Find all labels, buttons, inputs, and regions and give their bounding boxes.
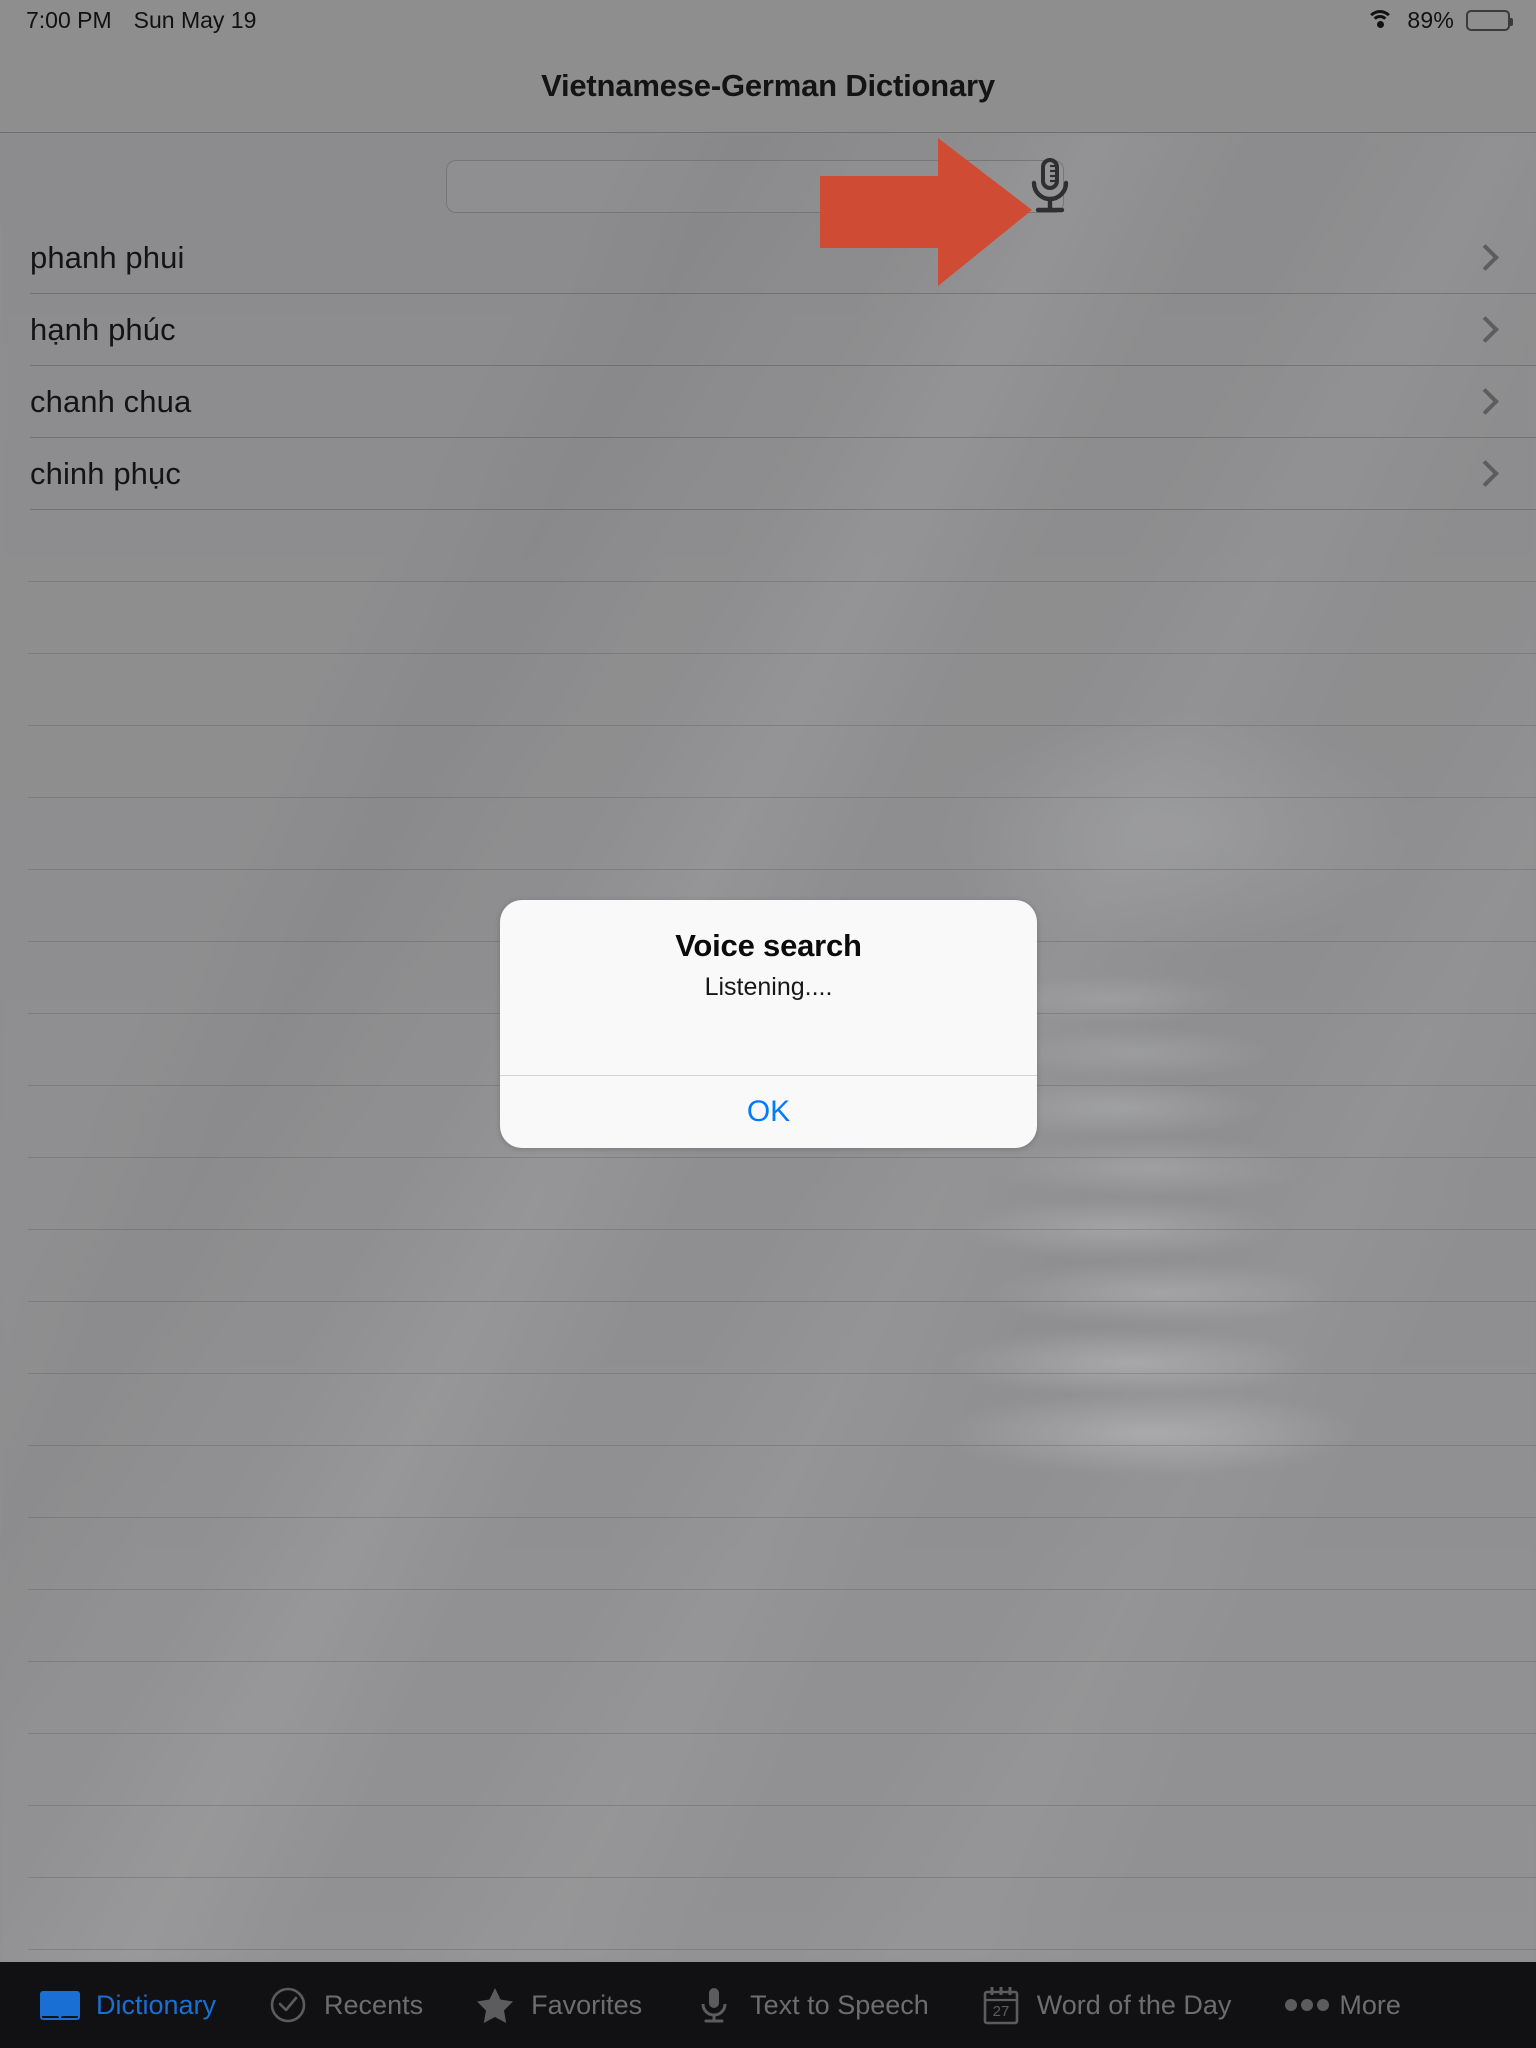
list-item-empty xyxy=(0,1158,1536,1230)
tab-favorites[interactable]: Favorites xyxy=(473,1983,642,2027)
chevron-right-icon xyxy=(1476,317,1494,343)
tab-label: Dictionary xyxy=(96,1989,217,2020)
battery-icon xyxy=(1466,9,1513,31)
star-icon xyxy=(473,1983,517,2027)
tab-label: Favorites xyxy=(531,1989,643,2020)
tab-recents[interactable]: Recents xyxy=(266,1983,423,2027)
list-item-empty xyxy=(0,1878,1536,1950)
ellipsis-icon xyxy=(1281,1983,1330,2027)
battery-percent-label: 89% xyxy=(1407,6,1454,33)
list-item-empty xyxy=(0,1518,1536,1590)
tab-more[interactable]: More xyxy=(1281,1983,1401,2027)
status-time: 7:00 PM xyxy=(26,6,112,33)
list-item-label: phanh phui xyxy=(30,240,185,275)
tab-text-to-speech[interactable]: Text to Speech xyxy=(692,1983,929,2027)
list-item-empty xyxy=(0,1734,1536,1806)
list-item[interactable]: hạnh phúc xyxy=(0,294,1536,366)
tab-label: More xyxy=(1339,1989,1401,2020)
microphone-icon xyxy=(692,1983,736,2027)
tab-label: Text to Speech xyxy=(750,1989,929,2020)
list-item-empty xyxy=(0,582,1536,654)
search-bar-row xyxy=(0,134,1536,222)
list-item-label: chanh chua xyxy=(30,384,192,419)
list-item-empty xyxy=(0,1302,1536,1374)
dialog-title: Voice search xyxy=(675,928,862,963)
list-item-empty xyxy=(0,798,1536,870)
page-title: Vietnamese-German Dictionary xyxy=(541,68,995,103)
status-date: Sun May 19 xyxy=(133,6,257,33)
search-input[interactable] xyxy=(446,160,1064,213)
list-item-label: chinh phục xyxy=(30,456,181,491)
tab-label: Recents xyxy=(324,1989,424,2020)
chevron-right-icon xyxy=(1476,461,1494,487)
list-item[interactable]: chanh chua xyxy=(0,366,1536,438)
list-item-empty xyxy=(0,1590,1536,1662)
dialog-body: Voice search Listening.... xyxy=(500,900,1037,1075)
svg-text:27: 27 xyxy=(992,2003,1009,2020)
list-item-empty xyxy=(0,1662,1536,1734)
microphone-icon[interactable] xyxy=(1022,156,1078,218)
dialog-message: Listening.... xyxy=(704,973,833,1001)
list-item[interactable]: phanh phui xyxy=(0,222,1536,294)
status-bar: 7:00 PM Sun May 19 89% xyxy=(0,0,1536,40)
list-item-empty xyxy=(0,1446,1536,1518)
list-item-label: hạnh phúc xyxy=(30,312,176,347)
app-screen: 7:00 PM Sun May 19 89% Vietnamese-German… xyxy=(0,0,1536,2048)
tab-dictionary[interactable]: Dictionary xyxy=(38,1983,216,2027)
status-bar-left: 7:00 PM Sun May 19 xyxy=(26,7,256,34)
chevron-right-icon xyxy=(1476,245,1494,271)
navigation-bar: Vietnamese-German Dictionary xyxy=(0,40,1536,133)
open-book-icon xyxy=(38,1983,82,2027)
tab-bar: Dictionary Recents Favorites Text to Speech… xyxy=(0,1962,1536,2048)
chevron-right-icon xyxy=(1476,389,1494,415)
clock-check-icon xyxy=(266,1983,310,2027)
list-item-empty xyxy=(0,726,1536,798)
status-bar-right: 89% xyxy=(1365,6,1513,34)
list-item-empty xyxy=(0,1806,1536,1878)
list-item[interactable]: chinh phục xyxy=(0,438,1536,510)
tab-word-of-the-day[interactable]: 27 Word of the Day xyxy=(979,1983,1232,2027)
tab-label: Word of the Day xyxy=(1036,1989,1232,2020)
list-item-empty xyxy=(0,1230,1536,1302)
calendar-27-icon: 27 xyxy=(979,1983,1023,2027)
dialog-ok-button[interactable]: OK xyxy=(500,1076,1037,1148)
voice-search-dialog: Voice search Listening.... OK xyxy=(500,900,1037,1148)
list-item-empty xyxy=(0,654,1536,726)
list-item-empty xyxy=(0,1374,1536,1446)
list-item-empty xyxy=(0,510,1536,582)
wifi-icon xyxy=(1365,9,1395,31)
